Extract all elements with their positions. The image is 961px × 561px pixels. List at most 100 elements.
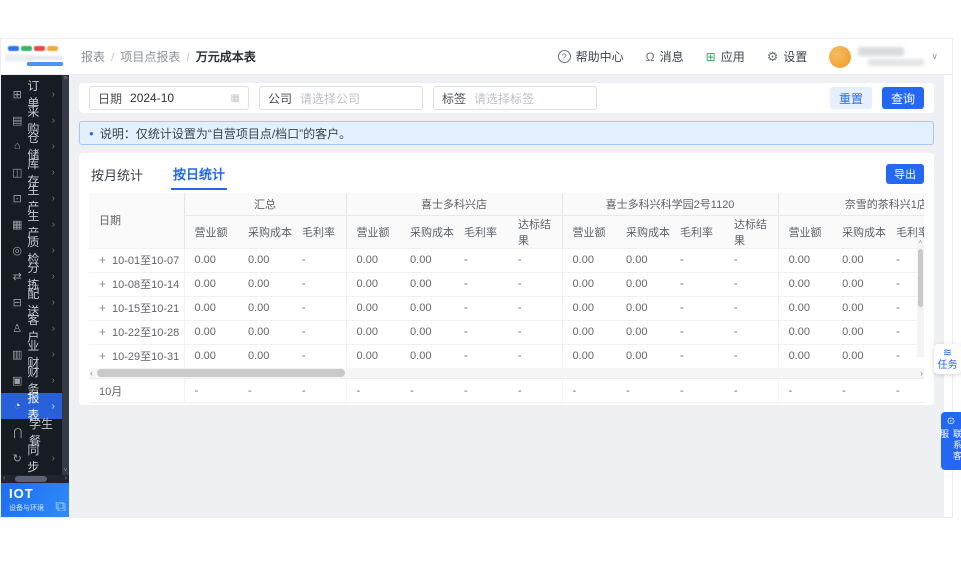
sidebar-nav: ⊞ 订单 › ▤ 采购 › ⌂ 仓储 › ◫ 库存 › ⊡ 生产 › ▦ 生产 … (1, 79, 62, 474)
breadcrumb-item-reports[interactable]: 报表 (81, 48, 105, 65)
export-button[interactable]: 导出 (886, 164, 924, 184)
page-title: 万元成本表 (195, 50, 256, 64)
chevron-right-icon: › (51, 374, 55, 386)
report-icon: ◔ (13, 400, 21, 412)
customer-icon: ♙ (12, 322, 23, 335)
apps-menu[interactable]: ⊞ 应用 (706, 48, 745, 65)
table-row: +10-15至10-21 0.00 0.00 - 0.00 0.00 - - 0… (89, 295, 924, 320)
warehouse-icon: ⌂ (13, 140, 21, 152)
scrollbar-thumb[interactable] (97, 369, 345, 377)
logo-color-bars-icon (8, 46, 58, 51)
layers-icon: ≋ (942, 346, 953, 359)
column-header: 营业额 (345, 215, 401, 248)
column-header: 达标结果 (724, 215, 779, 248)
user-name-redacted (858, 47, 925, 66)
chevron-right-icon: › (51, 140, 55, 152)
info-dot-icon: ● (89, 128, 94, 138)
column-header: 采购成本 (400, 215, 455, 248)
topbar-actions: ? 帮助中心 Ω 消息 ⊞ 应用 ⚙ 设置 ∨ (557, 45, 938, 68)
summary-footer-table: 10月 - - - - - - - - - - - - - - (89, 378, 924, 403)
gear-icon: ⚙ (766, 48, 779, 64)
table-footer-area: 10月 - - - - - - - - - - - - - - (89, 378, 924, 403)
main-content: 日期 2024-10 ▦ 公司 请选择公司 标签 请选择标签 重置 查询 ● 说… (69, 75, 944, 517)
company-select-field[interactable]: 公司 请选择公司 (259, 86, 423, 110)
finance-icon: ▣ (12, 374, 23, 387)
scroll-left-icon[interactable]: ‹ (90, 368, 93, 378)
logo-redacted-text (27, 56, 63, 60)
production-icon: ▦ (12, 218, 23, 231)
scrollbar-thumb[interactable] (15, 476, 47, 482)
breadcrumb: 报表 / 项目点报表 / 万元成本表 (81, 48, 256, 65)
tag-select-field[interactable]: 标签 请选择标签 (433, 86, 597, 110)
table-row: +10-22至10-28 0.00 0.00 - 0.00 0.00 - - 0… (89, 319, 924, 344)
sidebar-vertical-scrollbar[interactable]: ˄ ˅ (62, 75, 69, 475)
column-header: 毛利率 (292, 215, 347, 248)
date-picker-field[interactable]: 日期 2024-10 ▦ (89, 86, 249, 110)
app-window: 报表 / 项目点报表 / 万元成本表 ? 帮助中心 Ω 消息 ⊞ 应用 ⚙ 设置… (0, 38, 953, 518)
chevron-right-icon: › (51, 218, 55, 230)
customer-service-floating-button[interactable]: ⊙ 联系客服 (939, 412, 961, 470)
sidebar: ⊞ 订单 › ▤ 采购 › ⌂ 仓储 › ◫ 库存 › ⊡ 生产 › ▦ 生产 … (1, 75, 69, 517)
messages-menu[interactable]: Ω 消息 (646, 48, 684, 65)
iot-logo[interactable]: IOT 设备与环境 ⧉ (1, 483, 69, 517)
scroll-left-icon[interactable]: ‹ (3, 475, 5, 483)
tab-daily-stats[interactable]: 按日统计 (171, 159, 228, 190)
chevron-down-icon: ∨ (931, 51, 938, 61)
notice-banner: ● 说明：仅统计设置为“自营项目点/档口”的客户。 (79, 121, 934, 145)
student-meal-icon: ⋂ (13, 426, 23, 439)
reset-button[interactable]: 重置 (829, 87, 872, 109)
scroll-right-icon[interactable]: › (65, 475, 67, 483)
logo-accent-bar (27, 62, 63, 66)
scroll-down-icon[interactable]: ˅ (62, 468, 69, 474)
expand-icon[interactable]: + (99, 253, 106, 267)
expand-icon[interactable]: + (99, 277, 106, 291)
column-header: 采购成本 (832, 215, 887, 248)
app-logo[interactable] (1, 39, 69, 74)
iot-logo-subtitle: 设备与环境 (9, 505, 44, 512)
calendar-icon: ▦ (230, 92, 240, 104)
column-header-date: 日期 (89, 193, 184, 248)
scroll-up-icon[interactable]: ˄ (917, 239, 924, 247)
inventory-icon: ◫ (12, 166, 23, 179)
customer-service-label: 联系客服 (939, 429, 961, 462)
report-card: 按月统计 按日统计 导出 日期 汇总 喜士多科兴店 喜士多科兴科学园2号1120… (79, 153, 934, 405)
user-menu[interactable]: ∨ (829, 45, 938, 68)
column-header: 采购成本 (238, 215, 292, 248)
iot-deco-icon: ⧉ (55, 498, 66, 515)
apps-grid-icon: ⊞ (705, 49, 716, 64)
chevron-right-icon: › (51, 400, 55, 412)
table-footer-row: 10月 - - - - - - - - - - - - - - (89, 378, 924, 403)
column-header: 营业额 (777, 215, 833, 248)
table-vertical-scrollbar[interactable]: ˄ (917, 239, 924, 357)
production-icon: ⊡ (12, 192, 22, 205)
breadcrumb-item-project-reports[interactable]: 项目点报表 (120, 48, 180, 65)
daily-stats-table: 日期 汇总 喜士多科兴店 喜士多科兴科学园2号1120 奈雪的茶科兴1店 营业额… (89, 193, 924, 368)
business-finance-icon: ▥ (12, 348, 23, 361)
chevron-right-icon: › (51, 322, 55, 334)
query-button[interactable]: 查询 (881, 87, 924, 109)
scroll-right-icon[interactable]: › (920, 368, 923, 378)
expand-icon[interactable]: + (99, 301, 106, 315)
group-header-store-1: 喜士多科兴店 (345, 193, 563, 216)
table-row: +10-01至10-07 0.00 0.00 - 0.00 0.00 - - 0… (89, 247, 924, 272)
settings-menu[interactable]: ⚙ 设置 (767, 48, 808, 65)
scrollbar-thumb[interactable] (918, 249, 923, 307)
chevron-right-icon: › (51, 166, 55, 178)
sidebar-horizontal-scrollbar[interactable]: ‹ › (1, 475, 69, 483)
scroll-up-icon[interactable]: ˄ (62, 76, 69, 82)
filter-bar: 日期 2024-10 ▦ 公司 请选择公司 标签 请选择标签 重置 查询 (79, 83, 934, 113)
headset-icon: ⊙ (946, 416, 956, 427)
quality-check-icon: ◎ (12, 244, 23, 257)
avatar (829, 45, 852, 68)
help-center-menu[interactable]: ? 帮助中心 (557, 48, 624, 65)
tab-monthly-stats[interactable]: 按月统计 (89, 160, 145, 189)
expand-icon[interactable]: + (99, 325, 106, 339)
tasks-floating-button[interactable]: ≋ 任务 (934, 344, 961, 374)
expand-icon[interactable]: + (99, 349, 106, 363)
notice-text: 说明：仅统计设置为“自营项目点/档口”的客户。 (99, 126, 352, 141)
table-wrapper: 日期 汇总 喜士多科兴店 喜士多科兴科学园2号1120 奈雪的茶科兴1店 营业额… (89, 193, 924, 403)
table-horizontal-scrollbar[interactable]: ‹ › (89, 368, 924, 378)
sorting-icon: ⇄ (12, 270, 22, 283)
order-icon: ⊞ (12, 88, 22, 101)
company-placeholder: 请选择公司 (300, 91, 361, 106)
